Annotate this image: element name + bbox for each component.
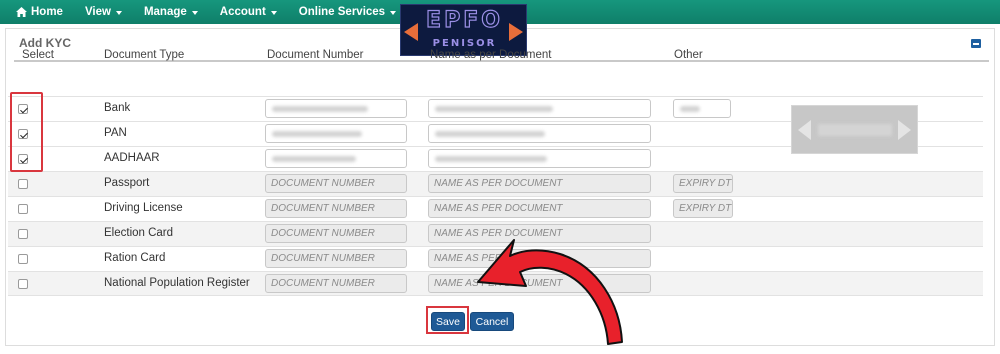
nav-home-label: Home xyxy=(31,6,63,18)
curved-arrow-icon xyxy=(477,239,623,345)
document-type-label: PAN xyxy=(104,127,127,139)
select-checkbox[interactable] xyxy=(18,254,28,264)
panel-title: Add KYC xyxy=(19,36,71,50)
document-number-input[interactable] xyxy=(265,99,407,118)
carousel-content xyxy=(818,124,892,136)
name-as-per-document-input[interactable] xyxy=(428,124,651,143)
nav-online-services-label: Online Services xyxy=(298,6,386,18)
nav-account-label: Account xyxy=(219,6,266,18)
document-number-input[interactable]: DOCUMENT NUMBER xyxy=(265,224,407,243)
document-type-label: National Population Register xyxy=(104,277,250,289)
header-select: Select xyxy=(22,49,54,61)
nav-manage-label: Manage xyxy=(143,6,187,18)
header-name-as-per-document: Name as per Document xyxy=(430,49,552,61)
select-checkbox[interactable] xyxy=(18,279,28,289)
chevron-down-icon xyxy=(191,11,198,15)
nav-account[interactable]: Account xyxy=(209,0,288,24)
document-number-input[interactable]: DOCUMENT NUMBER xyxy=(265,274,407,293)
table-row: Driving License DOCUMENT NUMBER NAME AS … xyxy=(8,196,983,221)
document-number-input[interactable]: DOCUMENT NUMBER xyxy=(265,174,407,193)
chevron-down-icon xyxy=(270,11,277,15)
select-checkbox[interactable] xyxy=(18,204,28,214)
arrow-left-icon[interactable] xyxy=(798,120,811,140)
save-button[interactable]: Save xyxy=(431,312,465,331)
home-icon xyxy=(16,7,27,17)
nav-online-services[interactable]: Online Services xyxy=(288,0,407,24)
document-type-label: Passport xyxy=(104,177,150,189)
document-type-label: Ration Card xyxy=(104,252,166,264)
chevron-down-icon xyxy=(115,11,122,15)
header-document-type: Document Type xyxy=(104,49,185,61)
checked-rows-highlight xyxy=(10,92,43,172)
document-number-input[interactable] xyxy=(265,149,407,168)
other-input[interactable] xyxy=(673,99,731,118)
name-as-per-document-input[interactable] xyxy=(428,99,651,118)
nav-view[interactable]: View xyxy=(74,0,133,24)
header-other: Other xyxy=(674,49,703,61)
document-type-label: AADHAAR xyxy=(104,152,160,164)
select-checkbox[interactable] xyxy=(18,179,28,189)
select-checkbox[interactable] xyxy=(18,229,28,239)
document-number-input[interactable]: DOCUMENT NUMBER xyxy=(265,199,407,218)
name-as-per-document-input[interactable]: NAME AS PER DOCUMENT xyxy=(428,174,651,193)
logo-text-pensioner: PENISOR xyxy=(432,38,497,49)
expiry-date-input[interactable]: EXPIRY DT xyxy=(673,199,733,218)
arrow-right-icon[interactable] xyxy=(898,120,911,140)
carousel-widget xyxy=(791,105,918,154)
document-type-label: Election Card xyxy=(104,227,174,239)
chevron-down-icon xyxy=(390,11,397,15)
logo-text-epfo: EPFO xyxy=(425,7,503,33)
document-number-input[interactable]: DOCUMENT NUMBER xyxy=(265,249,407,268)
expiry-date-input[interactable]: EXPIRY DT xyxy=(673,174,733,193)
nav-home[interactable]: Home xyxy=(0,0,74,24)
name-as-per-document-input[interactable] xyxy=(428,149,651,168)
document-type-label: Driving License xyxy=(104,202,183,214)
nav-view-label: View xyxy=(84,6,111,18)
document-type-label: Bank xyxy=(104,102,131,114)
table-row: Passport DOCUMENT NUMBER NAME AS PER DOC… xyxy=(8,171,983,196)
nav-manage[interactable]: Manage xyxy=(133,0,209,24)
header-document-number: Document Number xyxy=(267,49,364,61)
name-as-per-document-input[interactable]: NAME AS PER DOCUMENT xyxy=(428,199,651,218)
document-number-input[interactable] xyxy=(265,124,407,143)
collapse-icon[interactable] xyxy=(971,39,981,48)
